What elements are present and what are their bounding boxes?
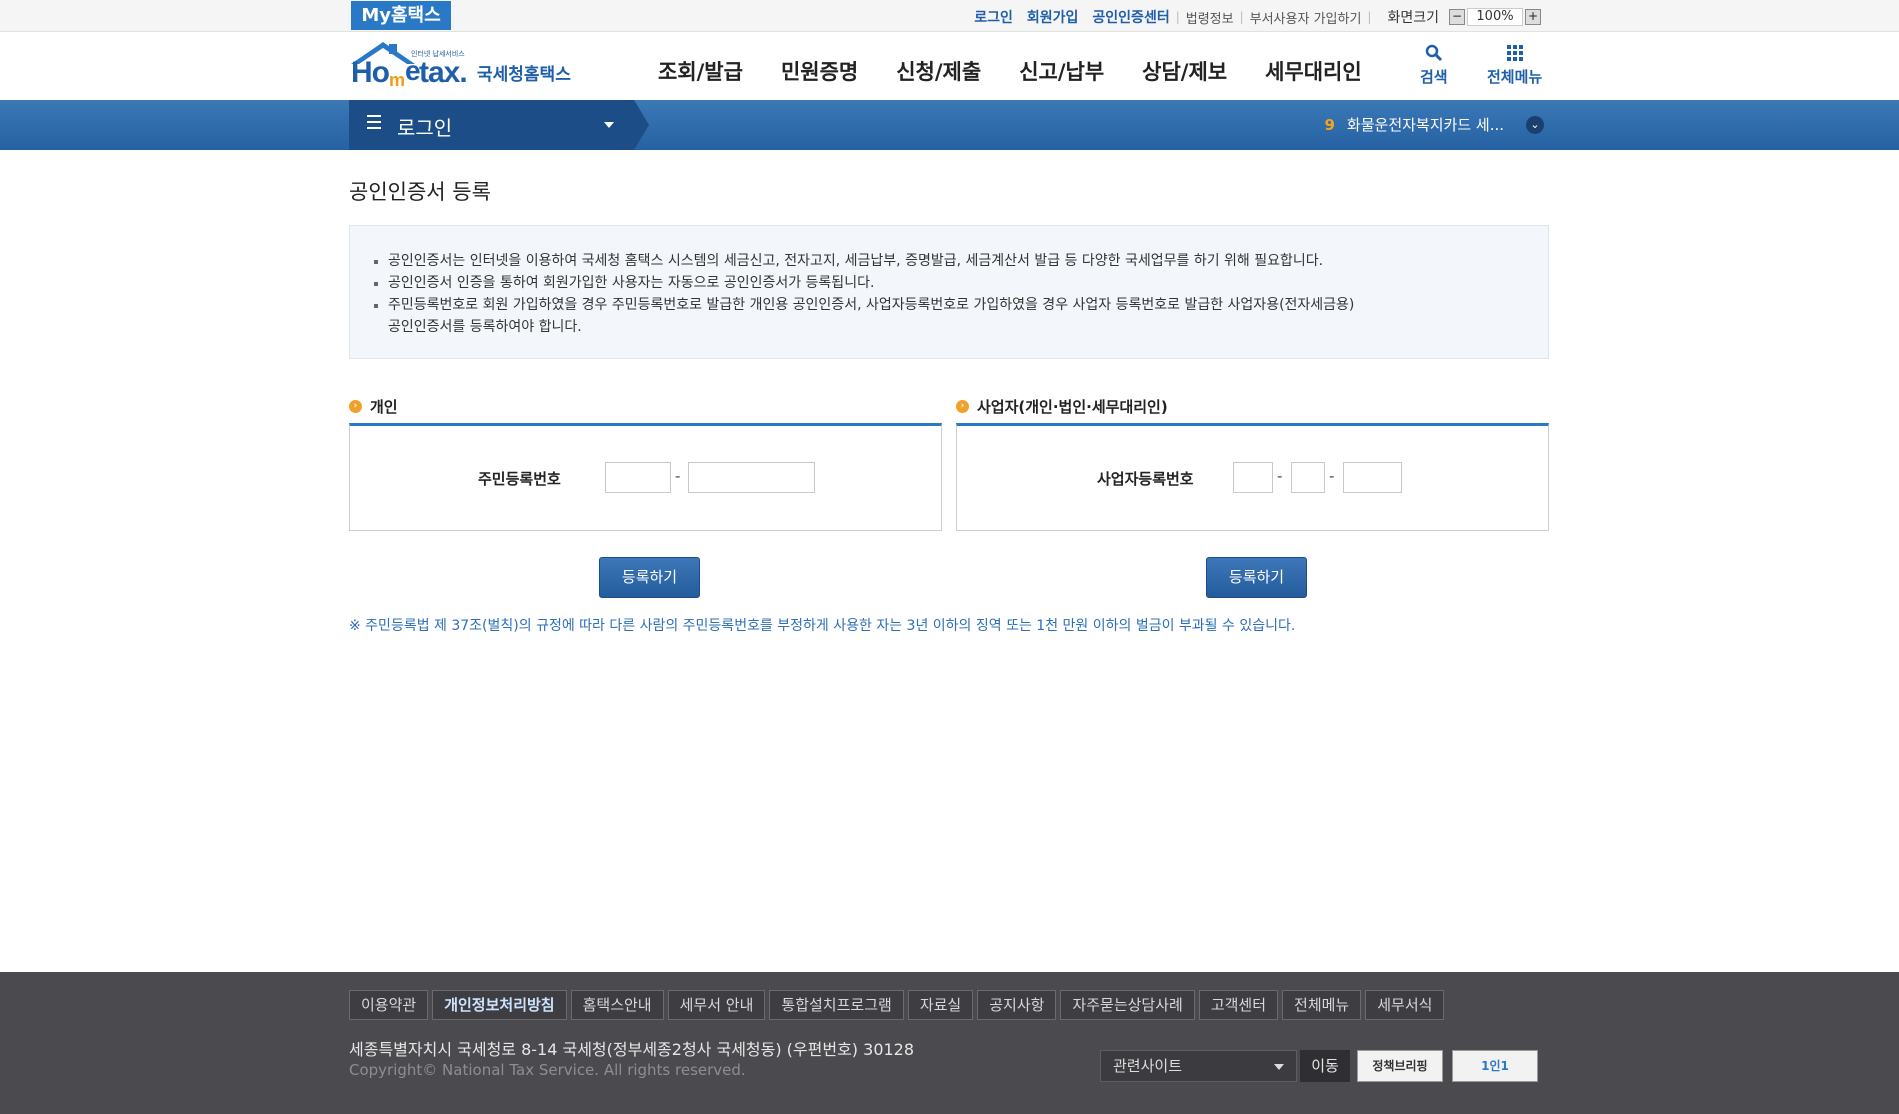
zoom-value: 100% <box>1467 8 1523 26</box>
login-dropdown[interactable]: 로그인 <box>349 100 649 150</box>
svg-text:Ho: Ho <box>351 56 390 89</box>
footer-link-tax-forms[interactable]: 세무서식 <box>1365 990 1445 1020</box>
resident-number-front-input[interactable] <box>605 462 671 493</box>
divider: | <box>1367 10 1372 24</box>
zoom-out-button[interactable]: − <box>1449 9 1465 25</box>
personal-section-title: › 개인 <box>349 396 398 417</box>
legal-warning: ※ 주민등록법 제 37조(벌칙)의 규정에 따라 다른 사람의 주민등록번호를… <box>349 618 1296 634</box>
house-logo-icon: Ho m e tax. 국세청홈택스 인터넷 납세서비스 <box>351 42 571 90</box>
footer-link-privacy[interactable]: 개인정보처리방침 <box>432 990 567 1020</box>
resident-number-back-input[interactable] <box>688 462 815 493</box>
personal-panel: 주민등록번호 - <box>349 423 942 531</box>
policy-briefing-banner[interactable]: 정책브리핑 <box>1357 1050 1443 1082</box>
utility-links: 로그인 회원가입 공인인증센터 | 법령정보 | 부서사용자 가입하기 | 화면… <box>960 7 1541 27</box>
footer-links: 이용약관 개인정보처리방침 홈택스안내 세무서 안내 통합설치프로그램 자료실 … <box>349 990 1448 1020</box>
main-header: Ho m e tax. 국세청홈택스 인터넷 납세서비스 조회/발급 민원증명 … <box>0 32 1899 100</box>
footer-copyright: Copyright© National Tax Service. All rig… <box>349 1061 746 1079</box>
notice-ticker[interactable]: 9 화물운전자복지카드 세... ⌄ <box>1324 114 1544 135</box>
info-item-continued: 공인인증서를 등록하여야 합니다. <box>388 319 582 335</box>
footer-link-install[interactable]: 통합설치프로그램 <box>769 990 904 1020</box>
nav-item-application[interactable]: 신청/제출 <box>896 56 981 86</box>
footer-address: 세종특별자치시 국세청로 8-14 국세청(정부세종2청사 국세청동) (우편번… <box>349 1040 915 1059</box>
business-section-title: › 사업자(개인·법인·세무대리인) <box>956 396 1168 417</box>
global-nav: 조회/발급 민원증명 신청/제출 신고/납부 상담/제보 세무대리인 <box>658 56 1400 86</box>
business-register-button[interactable]: 등록하기 <box>1206 557 1307 598</box>
notice-number: 9 <box>1324 115 1335 134</box>
business-number-label: 사업자등록번호 <box>1097 470 1194 488</box>
divider: | <box>1175 10 1180 24</box>
all-menu-button[interactable]: 전체메뉴 <box>1487 44 1542 87</box>
dash-separator: - <box>675 467 681 485</box>
related-site-go-button[interactable]: 이동 <box>1300 1050 1350 1082</box>
footer-link-library[interactable]: 자료실 <box>907 990 974 1020</box>
dash-separator: - <box>1329 467 1335 485</box>
footer-link-notice[interactable]: 공지사항 <box>977 990 1057 1020</box>
dash-separator: - <box>1277 467 1283 485</box>
dept-user-signup-link[interactable]: 부서사용자 가입하기 <box>1250 8 1362 27</box>
law-info-link[interactable]: 법령정보 <box>1186 8 1234 27</box>
zoom-control: 화면크기 − 100% + <box>1387 7 1541 27</box>
nav-item-tax-agent[interactable]: 세무대리인 <box>1265 56 1362 86</box>
svg-text:e: e <box>405 55 420 86</box>
login-link[interactable]: 로그인 <box>974 7 1013 27</box>
hamburger-icon <box>367 115 381 129</box>
bullet-icon: › <box>956 400 969 413</box>
footer-link-tax-office[interactable]: 세무서 안내 <box>667 990 766 1020</box>
search-label: 검색 <box>1420 68 1448 86</box>
footer-link-faq[interactable]: 자주묻는상담사례 <box>1060 990 1195 1020</box>
sub-navigation-bar: 로그인 9 화물운전자복지카드 세... ⌄ <box>0 100 1899 150</box>
info-item: 주민등록번호로 회원 가입하였을 경우 주민등록번호로 발급한 개인용 공인인증… <box>374 294 1548 316</box>
business-number-part3-input[interactable] <box>1343 462 1402 493</box>
top-utility-bar: My홈택스 로그인 회원가입 공인인증센터 | 법령정보 | 부서사용자 가입하… <box>0 0 1899 32</box>
business-panel: 사업자등록번호 - - <box>956 423 1549 531</box>
info-item: 공인인증서는 인터넷을 이용하여 국세청 홈택스 시스템의 세금신고, 전자고지… <box>374 250 1548 272</box>
footer-link-hometax-guide[interactable]: 홈택스안내 <box>570 990 664 1020</box>
nav-item-inquiry[interactable]: 조회/발급 <box>658 56 743 86</box>
footer: 이용약관 개인정보처리방침 홈택스안내 세무서 안내 통합설치프로그램 자료실 … <box>0 972 1899 1114</box>
nav-item-certificate[interactable]: 민원증명 <box>781 56 858 86</box>
footer-link-customer[interactable]: 고객센터 <box>1198 990 1279 1020</box>
nav-item-consult[interactable]: 상담/제보 <box>1142 56 1227 86</box>
divider: | <box>1239 10 1244 24</box>
zoom-label: 화면크기 <box>1387 10 1439 26</box>
footer-link-terms[interactable]: 이용약관 <box>349 990 429 1020</box>
info-box: 공인인증서는 인터넷을 이용하여 국세청 홈택스 시스템의 세금신고, 전자고지… <box>349 225 1549 359</box>
login-dropdown-label: 로그인 <box>397 116 453 140</box>
page-title: 공인인증서 등록 <box>349 180 491 204</box>
bullet-icon: › <box>349 400 362 413</box>
svg-text:인터넷 납세서비스: 인터넷 납세서비스 <box>411 49 465 58</box>
search-button[interactable]: 검색 <box>1420 44 1448 87</box>
grid-icon <box>1487 44 1542 66</box>
chevron-down-icon[interactable]: ⌄ <box>1526 115 1544 134</box>
signup-link[interactable]: 회원가입 <box>1027 7 1079 27</box>
svg-text:tax.: tax. <box>419 56 467 89</box>
resident-number-label: 주민등록번호 <box>478 470 561 488</box>
svg-text:국세청홈택스: 국세청홈택스 <box>477 64 571 85</box>
cert-center-link[interactable]: 공인인증센터 <box>1092 7 1169 27</box>
search-icon <box>1420 44 1448 66</box>
related-site-select[interactable]: 관련사이트 <box>1100 1050 1297 1082</box>
arrow-wedge <box>634 100 649 150</box>
campaign-banner[interactable]: 1인1 <box>1452 1050 1538 1082</box>
nav-item-report-payment[interactable]: 신고/납부 <box>1019 56 1104 86</box>
zoom-in-button[interactable]: + <box>1525 9 1541 25</box>
notice-text: 화물운전자복지카드 세... <box>1346 116 1504 134</box>
footer-link-all-menu[interactable]: 전체메뉴 <box>1282 990 1362 1020</box>
hometax-logo[interactable]: Ho m e tax. 국세청홈택스 인터넷 납세서비스 <box>349 40 574 92</box>
my-hometax-button[interactable]: My홈택스 <box>351 1 451 30</box>
info-item: 공인인증서 인증을 통하여 회원가입한 사용자는 자동으로 공인인증서가 등록됩… <box>374 272 1548 294</box>
business-number-part2-input[interactable] <box>1291 462 1325 493</box>
all-menu-label: 전체메뉴 <box>1487 68 1543 86</box>
svg-text:m: m <box>389 70 405 90</box>
business-number-part1-input[interactable] <box>1233 462 1273 493</box>
caret-down-icon <box>604 122 614 128</box>
personal-register-button[interactable]: 등록하기 <box>599 557 700 598</box>
caret-down-icon <box>1274 1064 1284 1070</box>
